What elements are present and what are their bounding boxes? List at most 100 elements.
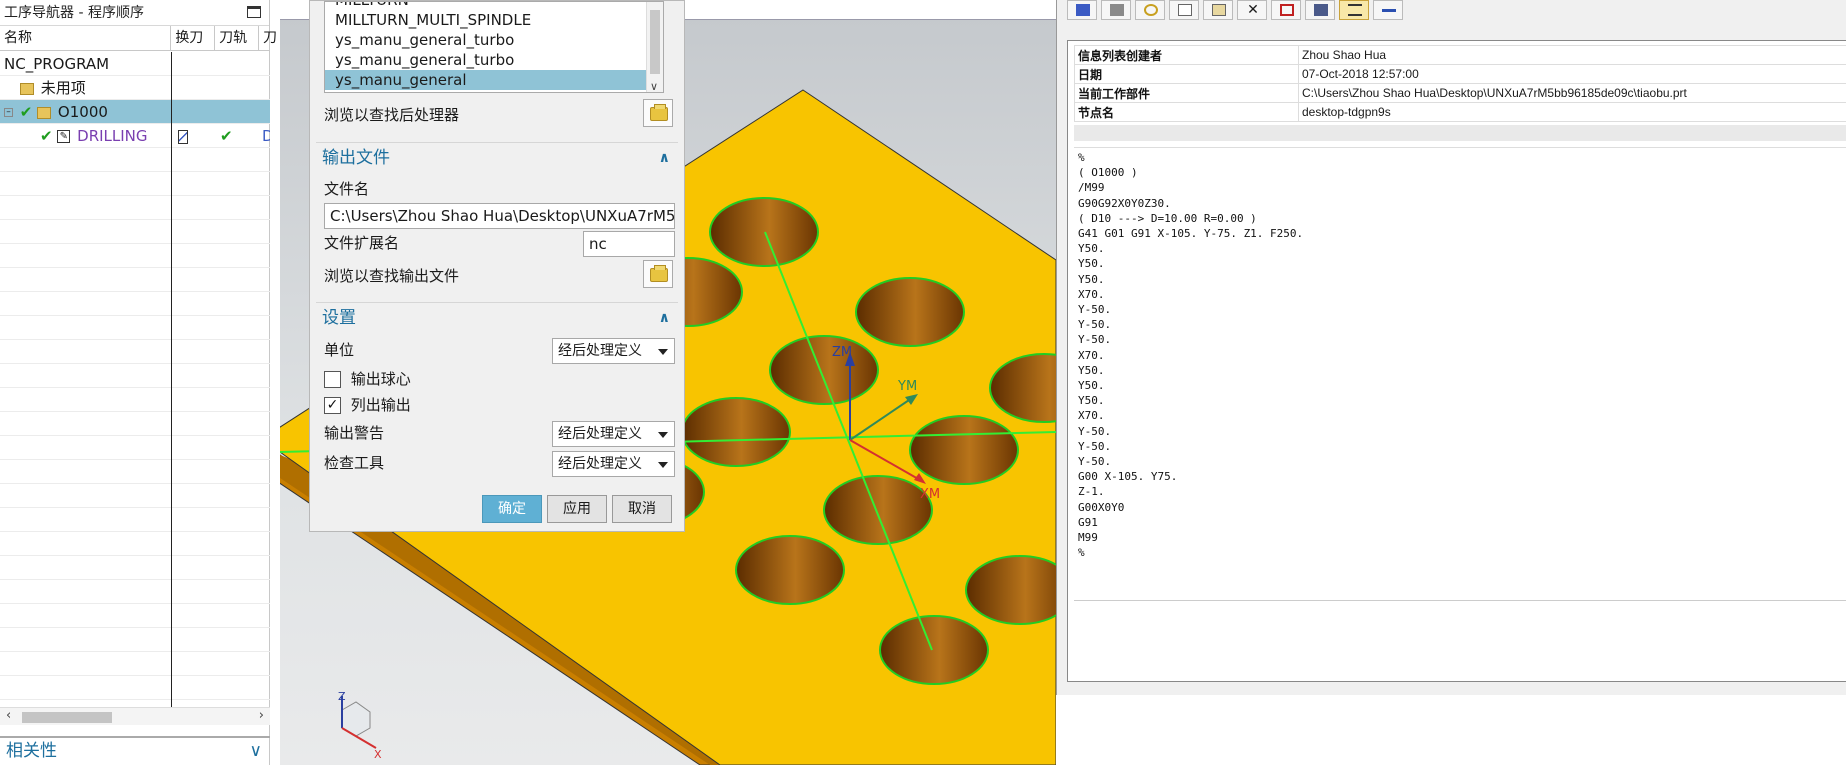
postprocessor-item[interactable]: MILLTURN [325,2,663,10]
ball-center-checkbox[interactable] [324,371,341,388]
copy-icon[interactable] [1169,0,1199,20]
output-file-section-header[interactable]: 输出文件 ∧ [316,142,678,172]
dropdown-arrow-icon [658,432,668,438]
tree-row-nc-program[interactable]: NC_PROGRAM [0,52,270,76]
navigator-title-text: 工序导航器 - 程序顺序 [4,5,144,21]
folder-open-icon [650,104,668,121]
meta-row: 信息列表创建者 Zhou Shao Hua [1074,45,1846,65]
meta-value: desktop-tdgpn9s [1298,102,1846,122]
output-warning-value: 经后处理定义 [558,426,642,442]
postprocessor-list[interactable]: MILLTURN MILLTURN_MULTI_SPINDLE ys_manu_… [324,1,664,93]
chevron-down-icon[interactable]: ∨ [250,738,262,765]
cut-icon[interactable] [1135,0,1165,20]
info-separator [1074,125,1846,141]
navigator-horizontal-scrollbar[interactable]: ‹ › [0,707,270,725]
units-dropdown[interactable]: 经后处理定义 [552,338,675,364]
hole [879,615,989,685]
hole [855,277,965,347]
settings-section-title: 设置 [322,308,356,328]
xm-label: XM [920,487,940,502]
delete-icon[interactable]: ✕ [1237,0,1267,20]
ok-button[interactable]: 确定 [482,495,542,523]
postprocess-dialog: MILLTURN MILLTURN_MULTI_SPINDLE ys_manu_… [309,0,685,532]
print-icon[interactable] [1101,0,1131,20]
tools-icon[interactable] [1305,0,1335,20]
ball-center-row[interactable]: 输出球心 [324,367,411,391]
tree-row-empty [0,436,270,460]
tool-change-icon [178,124,188,148]
ball-center-label: 输出球心 [350,370,411,388]
scroll-right-icon[interactable]: › [259,708,264,723]
scrollbar-thumb[interactable] [22,712,112,723]
drilling-operation-icon: ✎ [57,130,71,143]
column-tool-change[interactable]: 换刀 [171,26,216,50]
list-output-checkbox[interactable]: ✓ [324,397,341,414]
postprocessor-item[interactable]: ys_manu_general_turbo [325,30,663,50]
tree-row-empty [0,340,270,364]
triad-z-label: Z [338,690,346,703]
scroll-left-icon[interactable]: ‹ [6,708,11,723]
output-warning-dropdown[interactable]: 经后处理定义 [552,421,675,447]
meta-key: 日期 [1074,64,1299,84]
info-meta-table: 信息列表创建者 Zhou Shao Hua 日期 07-Oct-2018 12:… [1074,45,1846,122]
chevron-down-icon[interactable]: ∨ [650,80,658,92]
column-toolpath[interactable]: 刀轨 [215,26,259,50]
paste-icon[interactable] [1203,0,1233,20]
minimize-icon[interactable] [1373,0,1403,20]
file-extension-label: 文件扩展名 [324,234,400,252]
meta-key: 当前工作部件 [1074,83,1299,103]
related-panel-header[interactable]: 相关性 ∨ [0,736,270,765]
file-name-field[interactable]: C:\Users\Zhou Shao Hua\Desktop\UNXuA7rM5 [324,203,675,229]
save-info-icon[interactable] [1067,0,1097,20]
tree-row-empty [0,148,270,172]
wrap-icon[interactable] [1339,0,1369,20]
browse-postprocessor-button[interactable] [643,99,673,127]
tree-row-operation[interactable]: ✔ ✎ DRILLING ✔ D [0,124,270,148]
meta-value: Zhou Shao Hua [1298,45,1846,65]
output-warning-label: 输出警告 [324,424,385,442]
check-tool-dropdown[interactable]: 经后处理定义 [552,451,675,477]
postprocessor-item-selected[interactable]: ys_manu_general [325,70,663,90]
maximize-icon[interactable] [247,6,261,18]
nc-code-listing[interactable]: % ( O1000 ) /M99 G90G92X0Y0Z30. ( D10 --… [1074,147,1846,601]
chevron-up-icon[interactable]: ∧ [659,303,670,333]
units-dropdown-value: 经后处理定义 [558,343,642,359]
tree-label-unused: 未用项 [40,79,86,97]
browse-output-button[interactable] [643,260,673,288]
tree-row-empty [0,604,270,628]
program-folder-icon [37,106,52,119]
chevron-up-icon[interactable]: ∧ [659,143,670,173]
list-output-label: 列出输出 [350,396,411,414]
tree-row-empty [0,196,270,220]
cancel-button[interactable]: 取消 [612,495,672,523]
dropdown-arrow-icon [658,349,668,355]
zm-label: ZM [832,345,852,360]
postprocessor-item[interactable]: MILLTURN_MULTI_SPINDLE [325,10,663,30]
hole [823,475,933,545]
output-file-section-title: 输出文件 [322,148,390,168]
collapse-icon[interactable]: – [4,108,13,117]
apply-button[interactable]: 应用 [547,495,607,523]
triad-x-label: X [374,748,382,761]
column-name[interactable]: 名称 [0,26,172,50]
postprocessor-item[interactable]: ys_manu_general_turbo [325,50,663,70]
column-tool[interactable]: 刀 [259,26,277,50]
tree-row-empty [0,220,270,244]
tree-row-empty [0,556,270,580]
navigator-tree: NC_PROGRAM 未用项 – ✔ O1000 ✔ ✎ DRILLING ✔ … [0,52,270,707]
settings-section-header[interactable]: 设置 ∧ [316,302,678,332]
check-icon: ✔ [19,103,33,121]
file-extension-field[interactable]: nc [583,231,675,257]
scrollbar-thumb[interactable] [650,10,660,74]
tree-row-empty [0,484,270,508]
list-output-row[interactable]: ✓ 列出输出 [324,393,411,417]
meta-key: 节点名 [1074,102,1299,122]
list-vertical-scrollbar[interactable]: ∨ [646,2,663,92]
meta-row: 日期 07-Oct-2018 12:57:00 [1074,64,1846,84]
navigator-column-header: 名称 换刀 刀轨 刀 [0,26,277,51]
tree-label-program: O1000 [57,103,108,121]
find-icon[interactable] [1271,0,1301,20]
tree-row-program[interactable]: – ✔ O1000 [0,100,270,124]
tree-row-empty [0,676,270,700]
tree-row-unused[interactable]: 未用项 [0,76,270,100]
